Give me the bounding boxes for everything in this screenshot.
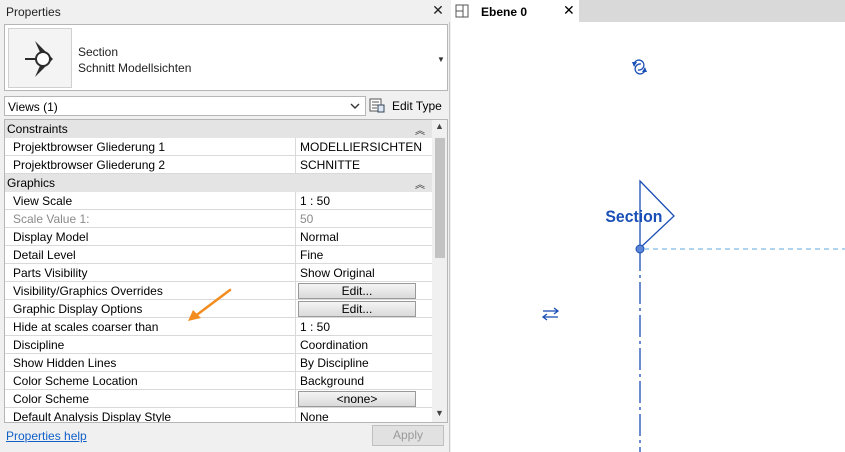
apply-button[interactable]: Apply — [372, 425, 444, 446]
section-grip[interactable] — [635, 244, 645, 254]
property-value[interactable]: Coordination — [296, 336, 432, 354]
instance-filter-value: Views (1) — [8, 100, 58, 114]
property-value[interactable]: MODELLIERSICHTEN — [296, 138, 432, 156]
property-row[interactable]: Projektbrowser Gliederung 1 MODELLIERSIC… — [5, 138, 432, 156]
property-name: Default Analysis Display Style — [5, 408, 296, 422]
property-name: Graphic Display Options — [5, 300, 296, 318]
dropdown-arrow-icon[interactable]: ▼ — [437, 55, 445, 64]
property-name: Visibility/Graphics Overrides — [5, 282, 296, 300]
property-name: Scale Value 1: — [5, 210, 296, 228]
properties-grid: Constraints ︽ Projektbrowser Gliederung … — [4, 119, 448, 423]
property-value-cell: <none> — [296, 390, 432, 408]
view-window: Ebene 0 ✕ Section — [451, 0, 845, 452]
scroll-down-icon[interactable]: ▼ — [435, 408, 444, 418]
properties-palette: Properties ✕ Section Schnitt Modellsicht… — [0, 0, 450, 452]
rotate-icon[interactable] — [632, 59, 647, 75]
property-name: Parts Visibility — [5, 264, 296, 282]
scroll-up-icon[interactable]: ▲ — [435, 121, 444, 131]
drawing-canvas[interactable]: Section — [451, 22, 845, 452]
property-value[interactable]: Background — [296, 372, 432, 390]
property-name: View Scale — [5, 192, 296, 210]
edit-type-button[interactable]: Edit Type — [369, 96, 445, 116]
property-name: Hide at scales coarser than — [5, 318, 296, 336]
property-name: Color Scheme — [5, 390, 296, 408]
property-row[interactable]: Discipline Coordination — [5, 336, 432, 354]
section-type-icon — [8, 28, 72, 88]
section-label: Section — [605, 208, 662, 227]
property-name: Discipline — [5, 336, 296, 354]
property-value: 50 — [296, 210, 432, 228]
view-tab-strip: Ebene 0 ✕ — [451, 0, 845, 22]
close-icon[interactable]: ✕ — [431, 3, 445, 17]
annotation-arrow-icon — [188, 288, 232, 321]
close-icon[interactable]: ✕ — [563, 3, 575, 17]
property-row[interactable]: Default Analysis Display Style None — [5, 408, 432, 422]
property-value[interactable]: 1 : 50 — [296, 318, 432, 336]
type-selector[interactable]: Section Schnitt Modellsichten ▼ — [4, 24, 448, 91]
group-label: Graphics — [7, 176, 56, 190]
scroll-thumb[interactable] — [435, 138, 445, 258]
property-name: Display Model — [5, 228, 296, 246]
property-value[interactable]: 1 : 50 — [296, 192, 432, 210]
property-name: Show Hidden Lines — [5, 354, 296, 372]
property-value[interactable]: None — [296, 408, 432, 422]
property-row[interactable]: View Scale 1 : 50 — [5, 192, 432, 210]
collapse-icon[interactable]: ︽ — [415, 122, 425, 137]
properties-help-link[interactable]: Properties help — [6, 429, 87, 443]
property-row[interactable]: Projektbrowser Gliederung 2 SCHNITTE — [5, 156, 432, 174]
tab-label: Ebene 0 — [481, 5, 528, 19]
property-row[interactable]: Display Model Normal — [5, 228, 432, 246]
property-row: Scale Value 1: 50 — [5, 210, 432, 228]
properties-title: Properties — [6, 5, 61, 19]
type-subname: Schnitt Modellsichten — [78, 61, 192, 75]
property-name: Projektbrowser Gliederung 1 — [5, 138, 296, 156]
property-name: Color Scheme Location — [5, 372, 296, 390]
property-row[interactable]: Detail Level Fine — [5, 246, 432, 264]
group-label: Constraints — [7, 122, 68, 136]
edit-type-icon — [369, 97, 385, 113]
property-row[interactable]: Color Scheme <none> — [5, 390, 432, 408]
color-scheme-button[interactable]: <none> — [298, 391, 416, 407]
property-value[interactable]: By Discipline — [296, 354, 432, 372]
graphic-display-edit-button[interactable]: Edit... — [298, 301, 416, 317]
type-name: Section — [78, 45, 119, 59]
flip-icon[interactable] — [541, 307, 560, 321]
property-value-cell: Edit... — [296, 300, 432, 318]
property-name: Projektbrowser Gliederung 2 — [5, 156, 296, 174]
instance-filter-select[interactable]: Views (1) — [4, 96, 366, 116]
property-row[interactable]: Color Scheme Location Background — [5, 372, 432, 390]
properties-titlebar: Properties ✕ — [0, 0, 450, 22]
property-value[interactable]: SCHNITTE — [296, 156, 432, 174]
group-graphics[interactable]: Graphics ︽ — [5, 174, 432, 192]
tab-ebene-0[interactable]: Ebene 0 ✕ — [451, 0, 579, 22]
group-constraints[interactable]: Constraints ︽ — [5, 120, 432, 138]
property-row[interactable]: Parts Visibility Show Original — [5, 264, 432, 282]
property-value[interactable]: Normal — [296, 228, 432, 246]
floor-plan-icon — [455, 4, 469, 18]
vg-overrides-edit-button[interactable]: Edit... — [298, 283, 416, 299]
chevron-down-icon[interactable] — [349, 99, 361, 113]
property-value-cell: Edit... — [296, 282, 432, 300]
property-row[interactable]: Show Hidden Lines By Discipline — [5, 354, 432, 372]
property-name: Detail Level — [5, 246, 296, 264]
collapse-icon[interactable]: ︽ — [415, 176, 425, 191]
vertical-scrollbar[interactable]: ▲ ▼ — [432, 120, 447, 422]
edit-type-label: Edit Type — [392, 99, 442, 113]
property-value[interactable]: Show Original — [296, 264, 432, 282]
property-value[interactable]: Fine — [296, 246, 432, 264]
